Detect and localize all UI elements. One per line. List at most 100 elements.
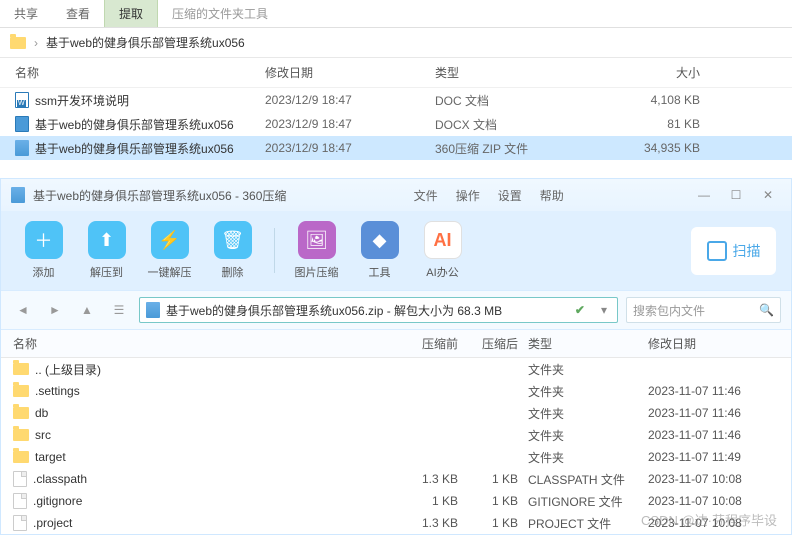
search-input[interactable]: 搜索包内文件 🔍	[626, 297, 781, 323]
file-row[interactable]: 基于web的健身俱乐部管理系统ux0562023/12/9 18:47DOCX …	[0, 112, 792, 136]
file-name: 基于web的健身俱乐部管理系统ux056	[35, 140, 234, 157]
zip-entry-row[interactable]: .. (上级目录) 文件夹	[1, 358, 791, 380]
toolbar-tools[interactable]: ◆ 工具	[352, 221, 407, 280]
col-name[interactable]: 名称	[15, 64, 265, 81]
toolbar-extract-label: 解压到	[90, 264, 123, 280]
ai-icon: AI	[424, 221, 462, 259]
toolbar-oneclick-label: 一键解压	[148, 264, 192, 280]
entry-type: 文件夹	[528, 361, 648, 378]
close-button[interactable]: ✕	[755, 185, 781, 205]
entry-size-after: 1 KB	[468, 516, 528, 530]
entry-size-after: 1 KB	[468, 494, 528, 508]
entry-size-before: 1.3 KB	[403, 472, 468, 486]
zcol-type[interactable]: 类型	[528, 335, 648, 352]
zip-window-title: 基于web的健身俱乐部管理系统ux056 - 360压缩	[33, 187, 286, 204]
toolbar-extract-to[interactable]: ⬆ 解压到	[79, 221, 134, 280]
file-size: 81 KB	[600, 117, 700, 131]
zip-entry-row[interactable]: db文件夹2023-11-07 11:46	[1, 402, 791, 424]
toolbar-add-label: 添加	[33, 264, 55, 280]
tab-share[interactable]: 共享	[0, 0, 52, 27]
toolbar-add[interactable]: ＋ 添加	[16, 221, 71, 280]
entry-name: target	[35, 450, 66, 464]
toolbar-separator	[274, 228, 275, 273]
zip-entry-row[interactable]: .gitignore1 KB1 KBGITIGNORE 文件2023-11-07…	[1, 490, 791, 512]
entry-size-before: 1 KB	[403, 494, 468, 508]
tab-compressed-tools[interactable]: 压缩的文件夹工具	[158, 0, 282, 27]
nav-path-field[interactable]: 基于web的健身俱乐部管理系统ux056.zip - 解包大小为 68.3 MB…	[139, 297, 618, 323]
file-row[interactable]: ssm开发环境说明2023/12/9 18:47DOC 文档4,108 KB	[0, 88, 792, 112]
file-date: 2023/12/9 18:47	[265, 93, 435, 107]
zip-app-icon	[11, 187, 25, 203]
search-icon[interactable]: 🔍	[759, 303, 774, 317]
zip-entry-row[interactable]: src 文件夹2023-11-07 11:46	[1, 424, 791, 446]
entry-name: .classpath	[33, 472, 87, 486]
extract-icon: ⬆	[88, 221, 126, 259]
nav-list-icon[interactable]: ☰	[107, 299, 131, 321]
nav-forward[interactable]: ►	[43, 299, 67, 321]
col-type[interactable]: 类型	[435, 64, 600, 81]
entry-type: 文件夹	[528, 427, 648, 444]
zcol-date[interactable]: 修改日期	[648, 335, 778, 352]
chevron-down-icon[interactable]: ▾	[597, 303, 611, 317]
folder-icon	[13, 363, 29, 375]
menu-action[interactable]: 操作	[456, 187, 480, 204]
toolbar-image-compress[interactable]: 🖼 图片压缩	[289, 221, 344, 280]
tab-view[interactable]: 查看	[52, 0, 104, 27]
entry-type: 文件夹	[528, 383, 648, 400]
file-name: 基于web的健身俱乐部管理系统ux056	[35, 116, 234, 133]
scan-button[interactable]: 扫描	[691, 227, 776, 275]
entry-date: 2023-11-07 10:08	[648, 472, 778, 486]
folder-icon	[13, 407, 29, 419]
entry-name: .. (上级目录)	[35, 361, 101, 378]
nav-up[interactable]: ▲	[75, 299, 99, 321]
tool-icon: ◆	[361, 221, 399, 259]
zip-menu: 文件 操作 设置 帮助	[414, 187, 564, 204]
col-modified[interactable]: 修改日期	[265, 64, 435, 81]
oneclick-icon: ⚡	[151, 221, 189, 259]
col-size[interactable]: 大小	[600, 64, 700, 81]
file-row[interactable]: 基于web的健身俱乐部管理系统ux0562023/12/9 18:47360压缩…	[0, 136, 792, 160]
maximize-button[interactable]: ☐	[723, 185, 749, 205]
menu-help[interactable]: 帮助	[540, 187, 564, 204]
zip-entry-row[interactable]: .settings文件夹2023-11-07 11:46	[1, 380, 791, 402]
toolbar-ai-office[interactable]: AI AI办公	[415, 221, 470, 280]
entry-type: CLASSPATH 文件	[528, 471, 648, 488]
zcol-before[interactable]: 压缩前	[403, 335, 468, 352]
entry-name: src	[35, 428, 51, 442]
zip-entry-row[interactable]: .classpath1.3 KB1 KBCLASSPATH 文件2023-11-…	[1, 468, 791, 490]
entry-type: 文件夹	[528, 405, 648, 422]
search-placeholder: 搜索包内文件	[633, 302, 705, 319]
zip-toolbar: ＋ 添加 ⬆ 解压到 ⚡ 一键解压 🗑 删除 🖼 图片压缩 ◆ 工具 AI AI…	[1, 211, 791, 290]
minimize-button[interactable]: —	[691, 185, 717, 205]
entry-name: db	[35, 406, 48, 420]
nav-back[interactable]: ◄	[11, 299, 35, 321]
entry-date: 2023-11-07 11:46	[648, 428, 778, 442]
explorer-ribbon-tabs: 共享 查看 提取 压缩的文件夹工具	[0, 0, 792, 28]
entry-date: 2023-11-07 10:08	[648, 494, 778, 508]
breadcrumb[interactable]: › 基于web的健身俱乐部管理系统ux056	[0, 28, 792, 58]
menu-file[interactable]: 文件	[414, 187, 438, 204]
toolbar-ai-label: AI办公	[426, 264, 458, 280]
entry-name: .gitignore	[33, 494, 82, 508]
doc-icon	[15, 92, 29, 108]
zip-file-icon	[146, 302, 160, 318]
file-type: DOC 文档	[435, 92, 600, 109]
file-size: 34,935 KB	[600, 141, 700, 155]
toolbar-oneclick-extract[interactable]: ⚡ 一键解压	[142, 221, 197, 280]
checkmark-icon: ✔	[569, 303, 591, 317]
folder-icon	[10, 37, 26, 49]
zcol-name[interactable]: 名称	[13, 335, 403, 352]
file-date: 2023/12/9 18:47	[265, 117, 435, 131]
watermark: CSDN @达·芬程序毕设	[641, 510, 777, 529]
breadcrumb-folder[interactable]: 基于web的健身俱乐部管理系统ux056	[46, 34, 245, 51]
toolbar-delete[interactable]: 🗑 删除	[205, 221, 260, 280]
zip-icon	[15, 140, 29, 156]
folder-icon	[13, 451, 29, 463]
trash-icon: 🗑	[214, 221, 252, 259]
zip-entry-row[interactable]: target文件夹2023-11-07 11:49	[1, 446, 791, 468]
zip-window: 基于web的健身俱乐部管理系统ux056 - 360压缩 文件 操作 设置 帮助…	[0, 178, 792, 535]
file-name: ssm开发环境说明	[35, 92, 129, 109]
zcol-after[interactable]: 压缩后	[468, 335, 528, 352]
menu-settings[interactable]: 设置	[498, 187, 522, 204]
tab-extract[interactable]: 提取	[104, 0, 158, 27]
